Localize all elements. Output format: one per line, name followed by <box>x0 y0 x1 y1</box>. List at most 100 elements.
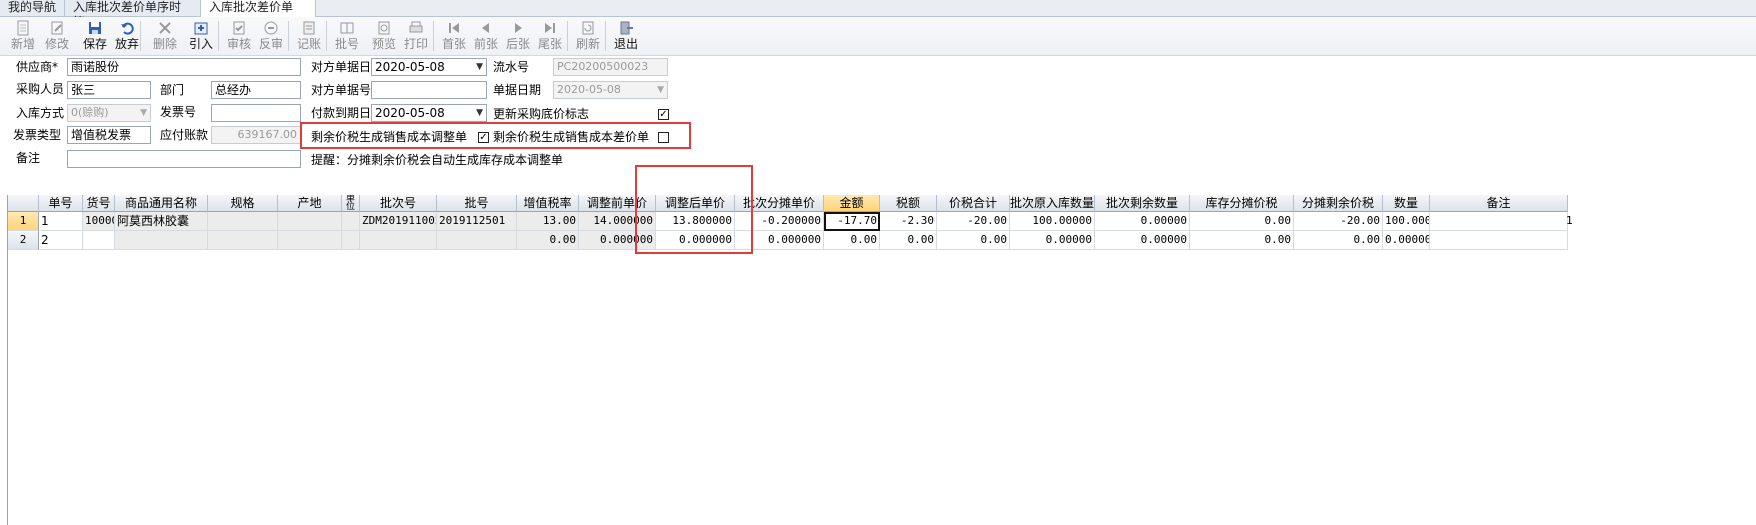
column-header[interactable]: 备注 <box>1430 195 1568 212</box>
remark-field[interactable] <box>67 150 301 168</box>
toolbar-button-delete[interactable]: 删除 <box>152 20 178 54</box>
column-header[interactable]: 批次原入库数量 <box>1010 195 1095 212</box>
grid-cell-13[interactable]: -2.30 <box>880 212 937 231</box>
grid-cell-16[interactable]: 0.00000 <box>1095 212 1190 231</box>
toolbar-button-print[interactable]: 打印 <box>403 20 429 54</box>
column-header[interactable]: 批次分摊单价 <box>735 195 824 212</box>
grid-cell-10[interactable]: 13.800000 <box>656 212 735 231</box>
invoice-type-field[interactable]: 增值税发票 <box>67 126 151 144</box>
row-header[interactable]: 2 <box>8 231 39 250</box>
dept-field[interactable]: 总经办 <box>211 81 301 99</box>
grid-cell-15[interactable]: 0.00000 <box>1010 231 1095 250</box>
tab-my-navigation[interactable]: 我的导航 <box>0 0 65 16</box>
grid-cell-17[interactable]: 0.00 <box>1190 231 1294 250</box>
counter-date-field[interactable]: 2020-05-08 ▼ <box>371 58 487 76</box>
toolbar-button-save[interactable]: 保存 <box>82 20 108 54</box>
toolbar-button-import[interactable]: 引入 <box>188 20 214 54</box>
column-header[interactable]: 库存分摊价税 <box>1190 195 1294 212</box>
grid-cell-8[interactable]: 13.00 <box>517 212 579 231</box>
grid-corner[interactable] <box>8 195 39 212</box>
column-header[interactable]: 货号 <box>83 195 115 212</box>
column-header[interactable]: 规格 <box>208 195 278 212</box>
chevron-down-icon[interactable]: ▼ <box>476 105 483 121</box>
grid-cell-6[interactable]: ZDM20191100295 <box>360 212 437 231</box>
opt2-checkbox[interactable] <box>658 132 669 143</box>
grid-cell-11[interactable]: 0.000000 <box>735 231 824 250</box>
grid-cell-5[interactable] <box>342 212 360 231</box>
grid-cell-19[interactable]: 0.00000 <box>1383 231 1430 250</box>
row-header[interactable]: 1 <box>8 212 39 231</box>
column-header[interactable]: 单号 <box>39 195 83 212</box>
toolbar-button-next[interactable]: 后张 <box>505 20 531 54</box>
toolbar-button-edit[interactable]: 修改 <box>44 20 70 54</box>
grid-cell-0[interactable]: 2 <box>39 231 83 250</box>
grid-cell-9[interactable]: 14.000000 <box>579 212 656 231</box>
grid-cell-3[interactable] <box>208 231 278 250</box>
column-header[interactable]: 金额 <box>824 195 880 212</box>
pay-date-field[interactable]: 2020-05-08 ▼ <box>371 104 487 122</box>
toolbar-button-batch[interactable]: 批号 <box>334 20 360 54</box>
chevron-down-icon[interactable]: ▼ <box>476 59 483 75</box>
grid-cell-20[interactable] <box>1430 231 1568 250</box>
opt1-checkbox[interactable]: ✓ <box>478 132 489 143</box>
grid-cell-1[interactable]: 100001 <box>83 212 115 231</box>
invoice-no-field[interactable] <box>211 104 301 122</box>
grid-cell-14[interactable]: -20.00 <box>937 212 1010 231</box>
toolbar-button-preview[interactable]: 预览 <box>371 20 397 54</box>
grid-cell-4[interactable] <box>278 231 342 250</box>
grid-cell-17[interactable]: 0.00 <box>1190 212 1294 231</box>
column-header[interactable]: 数量 <box>1383 195 1430 212</box>
grid-cell-18[interactable]: -20.00 <box>1294 212 1383 231</box>
grid-cell-2[interactable]: 阿莫西林胶囊 <box>115 212 208 231</box>
tab-batch-diff-journal[interactable]: 入库批次差价单序时簿 <box>65 0 201 29</box>
column-header[interactable]: 税额 <box>880 195 937 212</box>
grid-cell-6[interactable] <box>360 231 437 250</box>
column-header[interactable]: 批次剩余数量 <box>1095 195 1190 212</box>
grid-cell-4[interactable] <box>278 212 342 231</box>
grid-cell-14[interactable]: 0.00 <box>937 231 1010 250</box>
column-header[interactable]: 商品通用名称 <box>115 195 208 212</box>
grid-cell-0[interactable]: 1 <box>39 212 83 231</box>
column-header[interactable]: 产地 <box>278 195 342 212</box>
grid-cell-2[interactable] <box>115 231 208 250</box>
column-header[interactable]: 调整前单价 <box>579 195 656 212</box>
toolbar-button-refresh[interactable]: 刷新 <box>575 20 601 54</box>
toolbar-button-last[interactable]: 尾张 <box>537 20 563 54</box>
grid-cell-11[interactable]: -0.200000 <box>735 212 824 231</box>
toolbar-button-first[interactable]: 首张 <box>441 20 467 54</box>
toolbar-button-prev[interactable]: 前张 <box>473 20 499 54</box>
grid-cell-1[interactable] <box>83 231 115 250</box>
grid-cell-8[interactable]: 0.00 <box>517 231 579 250</box>
toolbar-button-unaudit[interactable]: 反审 <box>258 20 284 54</box>
grid-cell-3[interactable] <box>208 212 278 231</box>
toolbar-button-new-doc[interactable]: 新增 <box>10 20 36 54</box>
update-flag-checkbox[interactable]: ✓ <box>658 109 669 120</box>
column-header[interactable]: 批号 <box>437 195 517 212</box>
grid-cell-18[interactable]: 0.00 <box>1294 231 1383 250</box>
column-header[interactable]: 调整后单价 <box>656 195 735 212</box>
column-header[interactable]: 单位 <box>342 195 360 212</box>
grid-cell-9[interactable]: 0.000000 <box>579 231 656 250</box>
toolbar-button-exit[interactable]: 退出 <box>613 20 639 54</box>
column-header[interactable]: 分摊剩余价税 <box>1294 195 1383 212</box>
grid-cell-12[interactable]: 0.00 <box>824 231 880 250</box>
toolbar-button-undo[interactable]: 放弃 <box>114 20 140 54</box>
column-header[interactable]: 增值税率 <box>517 195 579 212</box>
tab-batch-diff-doc[interactable]: 入库批次差价单✕ <box>201 0 316 29</box>
grid-cell-13[interactable]: 0.00 <box>880 231 937 250</box>
column-header[interactable]: 价税合计 <box>937 195 1010 212</box>
column-header[interactable]: 批次号 <box>360 195 437 212</box>
grid-cell-20[interactable] <box>1430 212 1568 231</box>
grid-cell-7[interactable] <box>437 231 517 250</box>
grid-cell-10[interactable]: 0.000000 <box>656 231 735 250</box>
grid-cell-7[interactable]: 2019112501 <box>437 212 517 231</box>
supplier-field[interactable]: 雨诺股份 <box>67 58 301 76</box>
grid-cell-16[interactable]: 0.00000 <box>1095 231 1190 250</box>
grid-cell-19[interactable]: 100.00000 <box>1383 212 1430 231</box>
counter-no-field[interactable] <box>371 81 487 99</box>
buyer-field[interactable]: 张三 <box>67 81 151 99</box>
toolbar-button-audit[interactable]: 审核 <box>226 20 252 54</box>
grid-cell-5[interactable] <box>342 231 360 250</box>
grid-cell-12[interactable]: -17.70 <box>824 212 880 231</box>
toolbar-button-post[interactable]: 记账 <box>296 20 322 54</box>
